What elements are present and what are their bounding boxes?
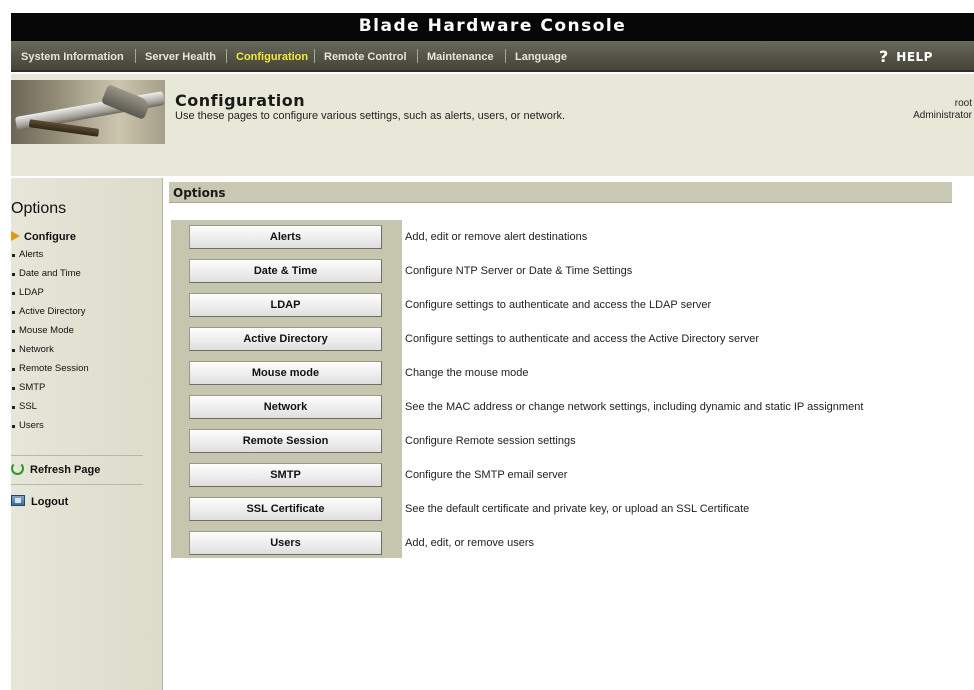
sidebar-divider	[11, 484, 143, 485]
sidebar-group-label: Configure	[24, 231, 76, 243]
console-window: Blade Hardware Console System Informatio…	[0, 0, 974, 690]
nav-separator	[505, 49, 506, 63]
date-time-button[interactable]: Date & Time	[189, 259, 382, 283]
sidebar-item-mouse-mode[interactable]: Mouse Mode	[11, 326, 89, 345]
help-button[interactable]: ? HELP	[879, 47, 933, 66]
alerts-description: Add, edit or remove alert destinations	[405, 231, 588, 243]
nav-remote-control[interactable]: Remote Control	[324, 51, 407, 63]
refresh-page-link[interactable]: Refresh Page	[11, 462, 100, 476]
mouse-mode-button[interactable]: Mouse mode	[189, 361, 382, 385]
options-header-label: Options	[173, 186, 226, 200]
logout-icon	[11, 495, 25, 506]
sidebar-item-ldap[interactable]: LDAP	[11, 288, 89, 307]
sidebar-item-ssl[interactable]: SSL	[11, 402, 89, 421]
user-name: root	[954, 98, 972, 109]
nav-configuration[interactable]: Configuration	[236, 51, 308, 63]
page-description: Use these pages to configure various set…	[175, 110, 566, 122]
sidebar-group-configure[interactable]: Configure	[11, 231, 76, 243]
sidebar-item-network[interactable]: Network	[11, 345, 89, 364]
nav-system-information[interactable]: System Information	[21, 51, 124, 63]
alerts-button[interactable]: Alerts	[189, 225, 382, 249]
users-button[interactable]: Users	[189, 531, 382, 555]
nav-separator	[417, 49, 418, 63]
sidebar-item-remote-session[interactable]: Remote Session	[11, 364, 89, 383]
ldap-description: Configure settings to authenticate and a…	[405, 299, 712, 311]
left-sidebar: Options Configure Alerts Date and Time L…	[11, 178, 163, 690]
sidebar-item-smtp[interactable]: SMTP	[11, 383, 89, 402]
smtp-button[interactable]: SMTP	[189, 463, 382, 487]
ldap-button[interactable]: LDAP	[189, 293, 382, 317]
active-directory-description: Configure settings to authenticate and a…	[405, 333, 760, 345]
user-role: Administrator	[913, 110, 972, 121]
mouse-mode-description: Change the mouse mode	[405, 367, 529, 379]
refresh-label: Refresh Page	[30, 464, 101, 476]
sidebar-list: Alerts Date and Time LDAP Active Directo…	[11, 250, 89, 440]
help-label: HELP	[896, 50, 933, 64]
logout-label: Logout	[31, 496, 69, 508]
sidebar-item-active-directory[interactable]: Active Directory	[11, 307, 89, 326]
triangle-right-icon	[11, 231, 20, 241]
sidebar-divider	[11, 455, 143, 456]
sidebar-item-alerts[interactable]: Alerts	[11, 250, 89, 269]
app-title: Blade Hardware Console	[358, 16, 627, 36]
hammer-tools-logo	[11, 80, 165, 144]
page-title: Configuration	[175, 91, 306, 110]
nav-maintenance[interactable]: Maintenance	[427, 51, 494, 63]
smtp-description: Configure the SMTP email server	[405, 469, 568, 481]
nav-separator	[226, 49, 227, 63]
nav-separator	[135, 49, 136, 63]
nav-server-health[interactable]: Server Health	[145, 51, 216, 63]
logout-link[interactable]: Logout	[11, 495, 68, 508]
page-banner: Configuration Use these pages to configu…	[11, 74, 974, 176]
title-bar: Blade Hardware Console	[11, 13, 974, 41]
nav-language[interactable]: Language	[515, 51, 567, 63]
sidebar-title: Options	[11, 200, 67, 217]
options-header: Options	[169, 182, 952, 203]
sidebar-item-date-and-time[interactable]: Date and Time	[11, 269, 89, 288]
remote-session-description: Configure Remote session settings	[405, 435, 576, 447]
network-description: See the MAC address or change network se…	[405, 401, 864, 413]
ssl-certificate-button[interactable]: SSL Certificate	[189, 497, 382, 521]
ssl-certificate-description: See the default certificate and private …	[405, 503, 750, 515]
active-directory-button[interactable]: Active Directory	[189, 327, 382, 351]
users-description: Add, edit, or remove users	[405, 537, 535, 549]
nav-separator	[314, 49, 315, 63]
sidebar-item-users[interactable]: Users	[11, 421, 89, 440]
question-icon: ?	[879, 47, 889, 66]
user-info: root Administrator	[913, 98, 972, 122]
main-content: Options Alerts Add, edit or remove alert…	[164, 178, 974, 690]
network-button[interactable]: Network	[189, 395, 382, 419]
date-time-description: Configure NTP Server or Date & Time Sett…	[405, 265, 633, 277]
remote-session-button[interactable]: Remote Session	[189, 429, 382, 453]
refresh-icon	[11, 462, 24, 475]
top-nav-bar: System Information Server Health Configu…	[11, 41, 974, 72]
